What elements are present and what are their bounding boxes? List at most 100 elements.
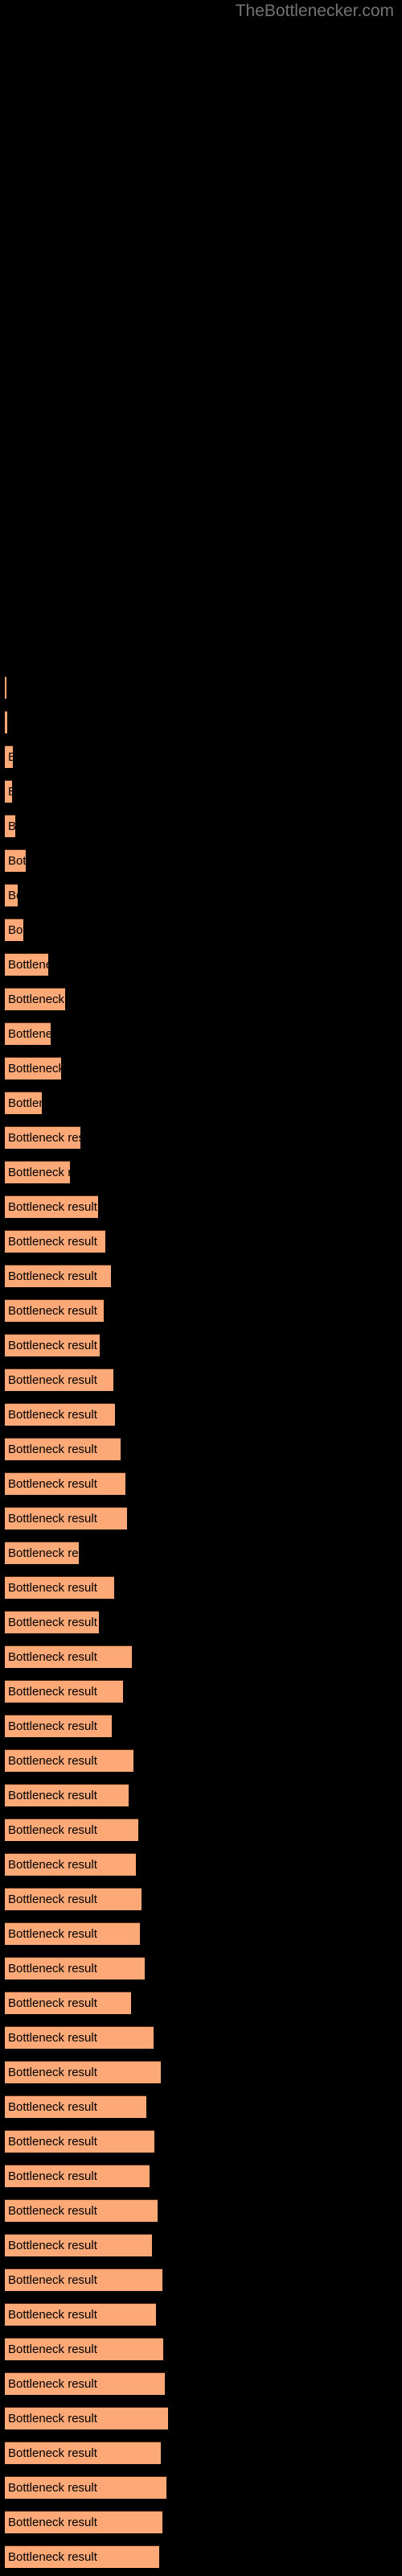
bar-row: Bottleneck result	[0, 2234, 402, 2256]
bar-row: Bottleneck result	[0, 1057, 402, 1080]
bar-label: Bottleneck result	[8, 2169, 97, 2183]
chart-bar[interactable]: Bottleneck result	[5, 2268, 162, 2291]
chart-bar[interactable]: Bottleneck result	[5, 1853, 136, 1876]
bar-row: Bottleneck result	[0, 1265, 402, 1287]
bar-row: Bottleneck result	[0, 1022, 402, 1045]
chart-bar[interactable]: Bottleneck result	[5, 849, 26, 872]
chart-bar[interactable]: Bottleneck result	[5, 1576, 114, 1599]
bar-label: Bottleneck result	[8, 1235, 97, 1249]
bar-label: Bottleneck result	[8, 2308, 97, 2322]
bar-row: Bottleneck result	[0, 745, 402, 768]
bar-label: Bottleneck result	[8, 2377, 97, 2391]
chart-bar[interactable]: Bottleneck result	[5, 676, 6, 699]
chart-bar[interactable]: Bottleneck result	[5, 1542, 79, 1564]
bar-row: Bottleneck result	[0, 2476, 402, 2499]
chart-bar[interactable]: Bottleneck result	[5, 1161, 70, 1183]
bar-row: Bottleneck result	[0, 2061, 402, 2083]
chart-bar[interactable]: Bottleneck result	[5, 711, 7, 733]
chart-bar[interactable]: Bottleneck result	[5, 2303, 156, 2326]
chart-bar[interactable]: Bottleneck result	[5, 1922, 140, 1945]
chart-bar[interactable]: Bottleneck result	[5, 2095, 146, 2118]
chart-bar[interactable]: Bottleneck result	[5, 1126, 80, 1149]
bar-label: Bottleneck result	[8, 1996, 97, 2010]
bar-row: Bottleneck result	[0, 1403, 402, 1426]
chart-bar[interactable]: Bottleneck result	[5, 2372, 165, 2395]
bar-row: Bottleneck result	[0, 1195, 402, 1218]
chart-bar[interactable]: Bottleneck result	[5, 1403, 115, 1426]
bar-label: Bottleneck result	[8, 1512, 97, 1525]
bar-label: Bottleneck result	[8, 993, 65, 1006]
bar-row: Bottleneck result	[0, 2095, 402, 2118]
chart-bar[interactable]: Bottleneck result	[5, 2199, 158, 2222]
chart-bar[interactable]: Bottleneck result	[5, 1611, 99, 1633]
chart-bar[interactable]: Bottleneck result	[5, 919, 23, 941]
chart-bar[interactable]: Bottleneck result	[5, 780, 12, 803]
chart-bar[interactable]: Bottleneck result	[5, 2476, 166, 2499]
chart-bar[interactable]: Bottleneck result	[5, 2026, 154, 2049]
chart-bar[interactable]: Bottleneck result	[5, 1334, 100, 1356]
chart-bar[interactable]: Bottleneck result	[5, 1265, 111, 1287]
chart-bar[interactable]: Bottleneck result	[5, 1022, 51, 1045]
bar-label: Bottleneck result	[8, 1754, 97, 1768]
chart-bar[interactable]: Bottleneck result	[5, 1368, 113, 1391]
chart-bar[interactable]: Bottleneck result	[5, 884, 18, 906]
chart-bar[interactable]: Bottleneck result	[5, 1230, 105, 1253]
bar-label: Bottleneck result	[8, 1581, 97, 1595]
bar-label: Bottleneck result	[8, 2446, 97, 2460]
bar-label: Bottleneck result	[8, 1823, 97, 1837]
bar-row: Bottleneck result	[0, 1438, 402, 1460]
chart-bar[interactable]: Bottleneck result	[5, 2511, 162, 2533]
bottleneck-bar-chart: Bottleneck result Bottleneck result Bottle…	[0, 0, 402, 2576]
bar-row: Bottleneck result	[0, 2407, 402, 2429]
bar-label: Bottleneck result	[8, 1893, 97, 1906]
bar-label: Bottleneck result	[8, 2100, 97, 2114]
chart-bar[interactable]: Bottleneck result	[5, 2234, 152, 2256]
chart-bar[interactable]: Bottleneck result	[5, 1645, 132, 1668]
bar-row: Bottleneck result	[0, 711, 402, 733]
chart-bar[interactable]: Bottleneck result	[5, 2407, 168, 2429]
chart-bar[interactable]: Bottleneck result	[5, 1784, 129, 1806]
chart-bar[interactable]: Bottleneck result	[5, 1680, 123, 1703]
bar-label: Bottleneck result	[8, 2412, 97, 2425]
chart-bar[interactable]: Bottleneck result	[5, 988, 65, 1010]
chart-bar[interactable]: Bottleneck result	[5, 2130, 154, 2153]
bar-row: Bottleneck result	[0, 884, 402, 906]
bar-label: Bottleneck result	[8, 1546, 79, 1560]
chart-bar[interactable]: Bottleneck result	[5, 2165, 150, 2187]
chart-bar[interactable]: Bottleneck result	[5, 2061, 161, 2083]
bar-label: Bottleneck result	[8, 923, 23, 937]
chart-bar[interactable]: Bottleneck result	[5, 2338, 163, 2360]
bar-row: Bottleneck result	[0, 2372, 402, 2395]
chart-bar[interactable]: Bottleneck result	[5, 1749, 133, 1772]
chart-bar[interactable]: Bottleneck result	[5, 1472, 125, 1495]
chart-bar[interactable]: Bottleneck result	[5, 815, 15, 837]
chart-bar[interactable]: Bottleneck result	[5, 1957, 145, 1979]
chart-bar[interactable]: Bottleneck result	[5, 2442, 161, 2464]
chart-bar[interactable]: Bottleneck result	[5, 1715, 112, 1737]
bar-label: Bottleneck result	[8, 1408, 97, 1422]
chart-bar[interactable]: Bottleneck result	[5, 1092, 42, 1114]
bar-label: Bottleneck result	[8, 1166, 70, 1179]
bar-label: Bottleneck result	[8, 819, 15, 834]
bar-label: Bottleneck result	[8, 854, 26, 868]
bar-label: Bottleneck result	[8, 2031, 97, 2045]
bar-row: Bottleneck result	[0, 849, 402, 872]
chart-bar[interactable]: Bottleneck result	[5, 1299, 104, 1322]
bar-label: Bottleneck result	[8, 1858, 97, 1872]
chart-bar[interactable]: Bottleneck result	[5, 1057, 61, 1080]
chart-bar[interactable]: Bottleneck result	[5, 1818, 138, 1841]
chart-bar[interactable]: Bottleneck result	[5, 953, 48, 976]
bar-row: Bottleneck result	[0, 676, 402, 699]
chart-bar[interactable]: Bottleneck result	[5, 2545, 159, 2568]
chart-bar[interactable]: Bottleneck result	[5, 1507, 127, 1530]
chart-bar[interactable]: Bottleneck result	[5, 1195, 98, 1218]
chart-bar[interactable]: Bottleneck result	[5, 1438, 121, 1460]
bar-row: Bottleneck result	[0, 780, 402, 803]
bar-row: Bottleneck result	[0, 2130, 402, 2153]
bar-row: Bottleneck result	[0, 1472, 402, 1495]
chart-bar[interactable]: Bottleneck result	[5, 1888, 142, 1910]
bar-label: Bottleneck result	[8, 1304, 97, 1318]
chart-bar[interactable]: Bottleneck result	[5, 1992, 131, 2014]
bar-row: Bottleneck result	[0, 1784, 402, 1806]
chart-bar[interactable]: Bottleneck result	[5, 745, 13, 768]
